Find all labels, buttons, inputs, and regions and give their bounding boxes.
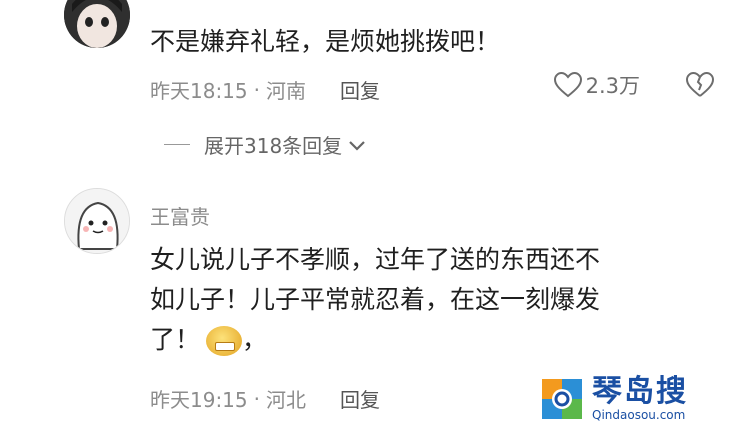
comment-text: 不是嫌弃礼轻，是烦她挑拨吧！ bbox=[150, 27, 501, 56]
comment-actions: 2.3万 bbox=[553, 70, 714, 100]
separator: · bbox=[253, 77, 260, 102]
comment-location: 河南 bbox=[266, 79, 306, 103]
comment-meta: 昨天18:15 · 河南 回复 bbox=[150, 75, 380, 104]
comment-text-line: 了！ ， bbox=[150, 320, 710, 360]
expand-replies-label: 展开318条回复 bbox=[204, 134, 343, 158]
comment-text-line: 女儿说儿子不孝顺，过年了送的东西还不 bbox=[150, 245, 601, 274]
chevron-down-icon bbox=[348, 133, 366, 157]
reply-button[interactable]: 回复 bbox=[340, 384, 380, 413]
comment-location: 河北 bbox=[266, 388, 306, 412]
dislike-button[interactable] bbox=[686, 72, 714, 98]
comment-text-fragment: 了！ bbox=[150, 325, 201, 354]
divider bbox=[164, 144, 190, 145]
watermark: 琴岛搜 Qindaosou.com bbox=[540, 376, 688, 422]
comment-text-fragment: ， bbox=[242, 325, 268, 354]
watermark-title: 琴岛搜 bbox=[592, 374, 688, 409]
like-count: 2.3万 bbox=[585, 74, 640, 98]
comment-time: 昨天19:15 bbox=[150, 388, 248, 412]
grin-emoji-icon bbox=[206, 326, 243, 356]
user-avatar[interactable] bbox=[64, 188, 130, 254]
reply-button[interactable]: 回复 bbox=[340, 75, 380, 104]
watermark-text: 琴岛搜 Qindaosou.com bbox=[592, 374, 688, 423]
heart-outline-icon bbox=[553, 72, 582, 98]
like-button[interactable]: 2.3万 bbox=[553, 70, 640, 100]
comment-meta: 昨天19:15 · 河北 回复 bbox=[150, 384, 380, 413]
username[interactable]: 王富贵 bbox=[150, 201, 210, 230]
watermark-subtitle: Qindaosou.com bbox=[592, 408, 686, 422]
watermark-logo-icon bbox=[540, 377, 584, 421]
comment-text-line: 如儿子！儿子平常就忍着，在这一刻爆发 bbox=[150, 285, 601, 314]
separator: · bbox=[253, 386, 260, 411]
user-avatar[interactable] bbox=[64, 0, 130, 48]
expand-replies-button[interactable]: 展开318条回复 bbox=[164, 130, 366, 159]
comment-time: 昨天18:15 bbox=[150, 79, 248, 103]
comment-text: 女儿说儿子不孝顺，过年了送的东西还不 如儿子！儿子平常就忍着，在这一刻爆发 了！… bbox=[150, 240, 710, 360]
broken-heart-icon bbox=[686, 72, 714, 98]
